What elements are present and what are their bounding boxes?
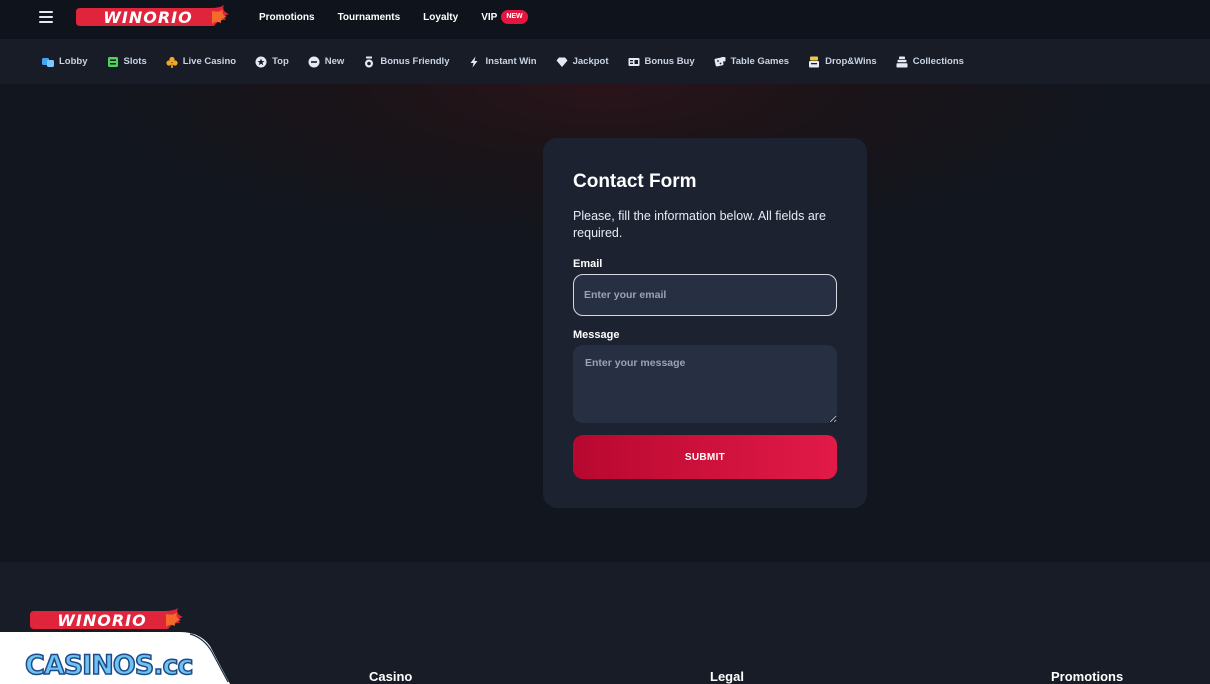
- category-instant-win[interactable]: Instant Win: [468, 56, 537, 68]
- form-description: Please, fill the information below. All …: [573, 209, 826, 240]
- lobby-icon: [42, 56, 54, 68]
- category-label: New: [324, 56, 345, 67]
- footer-column-casino: Casino: [369, 669, 413, 684]
- category-top[interactable]: Top: [255, 56, 289, 68]
- slots-icon: [107, 56, 119, 68]
- brand-logo[interactable]: WINORIO: [74, 5, 230, 29]
- category-bar: Lobby Slots Live Casino Top New Bonus Fr…: [0, 39, 1210, 84]
- dice-icon: [714, 56, 726, 68]
- footer-column-promotions: Promotions: [1051, 669, 1124, 684]
- category-label: Drop&Wins: [825, 56, 877, 67]
- category-drop-wins[interactable]: Drop&Wins: [808, 56, 877, 68]
- category-label: Slots: [123, 56, 147, 67]
- watermark-text: CASINOS.cc: [25, 650, 192, 681]
- category-label: Instant Win: [485, 56, 537, 67]
- category-table-games[interactable]: Table Games: [714, 56, 789, 68]
- category-label: Bonus Friendly: [380, 56, 450, 67]
- category-label: Top: [272, 56, 289, 67]
- category-bonus-buy[interactable]: Bonus Buy: [628, 56, 695, 68]
- email-field[interactable]: [573, 274, 837, 316]
- main-content: Contact Form Please, fill the informatio…: [0, 84, 1210, 562]
- contact-form-card: Contact Form Please, fill the informatio…: [543, 138, 867, 508]
- footer-logo[interactable]: WINORIO: [28, 608, 184, 632]
- footer-logo-text: WINORIO: [57, 611, 146, 630]
- category-live-casino[interactable]: Live Casino: [166, 56, 236, 68]
- bonus-icon: [363, 56, 375, 68]
- category-label: Live Casino: [182, 56, 237, 67]
- bolt-icon: [468, 56, 480, 68]
- category-label: Table Games: [730, 56, 790, 67]
- email-label: Email: [573, 258, 603, 270]
- club-icon: [166, 56, 178, 68]
- top-nav: Promotions Tournaments Loyalty VIP NEW: [259, 0, 551, 34]
- brand-logo-text: WINORIO: [103, 8, 192, 27]
- nav-tournaments[interactable]: Tournaments: [338, 12, 401, 23]
- nav-promotions[interactable]: Promotions: [259, 12, 315, 23]
- nav-vip-label: VIP: [481, 11, 498, 23]
- message-label: Message: [573, 329, 620, 341]
- nav-vip[interactable]: VIP NEW: [481, 10, 528, 24]
- category-label: Collections: [912, 56, 964, 67]
- ticket-icon: [628, 56, 640, 68]
- category-collections[interactable]: Collections: [896, 56, 964, 68]
- category-label: Bonus Buy: [644, 56, 695, 67]
- star-icon: [255, 56, 267, 68]
- category-lobby[interactable]: Lobby: [42, 56, 88, 68]
- new-icon: [308, 56, 320, 68]
- menu-icon[interactable]: [39, 11, 53, 23]
- new-badge: NEW: [501, 10, 528, 24]
- top-header: WINORIO Promotions Tournaments Loyalty V…: [0, 0, 1210, 39]
- message-field[interactable]: [573, 345, 837, 423]
- category-slots[interactable]: Slots: [107, 56, 147, 68]
- collections-icon: [896, 56, 908, 68]
- form-title: Contact Form: [573, 171, 697, 192]
- casinos-watermark: CASINOS.cc: [0, 632, 230, 684]
- nav-loyalty[interactable]: Loyalty: [423, 12, 458, 23]
- category-label: Lobby: [59, 56, 88, 67]
- category-label: Jackpot: [572, 56, 609, 67]
- category-bonus-friendly[interactable]: Bonus Friendly: [363, 56, 449, 68]
- category-jackpot[interactable]: Jackpot: [556, 56, 609, 68]
- footer-column-legal: Legal: [710, 669, 744, 684]
- diamond-icon: [556, 56, 568, 68]
- submit-button[interactable]: SUBMIT: [573, 435, 837, 479]
- category-new[interactable]: New: [308, 56, 345, 68]
- drop-icon: [808, 56, 820, 68]
